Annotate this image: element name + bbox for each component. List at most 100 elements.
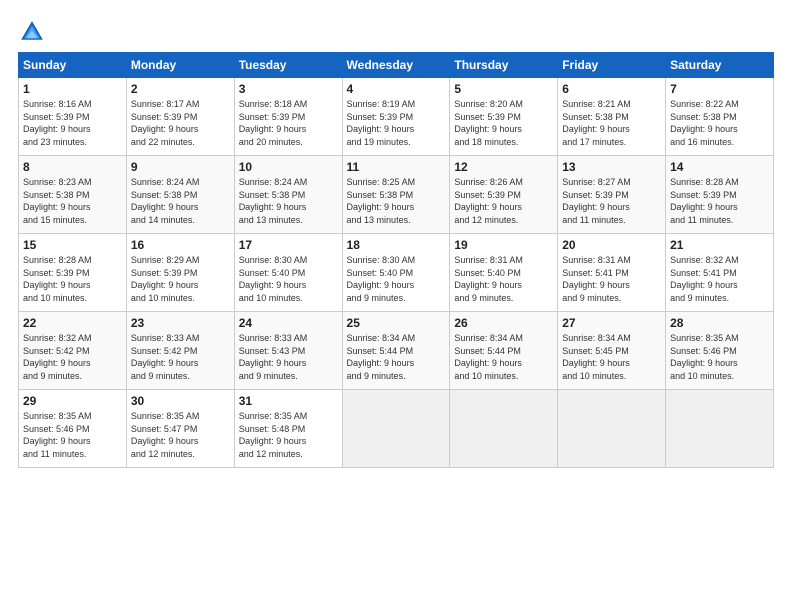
- calendar-cell: 7 Sunrise: 8:22 AMSunset: 5:38 PMDaylight…: [666, 78, 774, 156]
- day-header-monday: Monday: [126, 53, 234, 78]
- calendar-cell: 28Sunrise: 8:35 AMSunset: 5:46 PMDayligh…: [666, 312, 774, 390]
- day-number: 16: [131, 238, 230, 252]
- day-details: Sunrise: 8:30 AMSunset: 5:40 PMDaylight:…: [347, 254, 446, 304]
- day-details: Sunrise: 8:34 AMSunset: 5:45 PMDaylight:…: [562, 332, 661, 382]
- calendar-cell: 11 Sunrise: 8:25 AMSunset: 5:38 PMDayligh…: [342, 156, 450, 234]
- calendar-cell: [450, 390, 558, 468]
- day-details: Sunrise: 8:35 AMSunset: 5:47 PMDaylight:…: [131, 410, 230, 460]
- calendar-week-row: 1Sunrise: 8:16 AMSunset: 5:39 PMDaylight…: [19, 78, 774, 156]
- calendar-cell: 17 Sunrise: 8:30 AMSunset: 5:40 PMDayligh…: [234, 234, 342, 312]
- calendar-cell: 22Sunrise: 8:32 AMSunset: 5:42 PMDayligh…: [19, 312, 127, 390]
- calendar-cell: 15Sunrise: 8:28 AMSunset: 5:39 PMDayligh…: [19, 234, 127, 312]
- day-number: 23: [131, 316, 230, 330]
- calendar-cell: 26 Sunrise: 8:34 AMSunset: 5:44 PMDayligh…: [450, 312, 558, 390]
- calendar-header-row: SundayMondayTuesdayWednesdayThursdayFrid…: [19, 53, 774, 78]
- day-header-wednesday: Wednesday: [342, 53, 450, 78]
- day-details: Sunrise: 8:31 AMSunset: 5:41 PMDaylight:…: [562, 254, 661, 304]
- calendar-cell: 18 Sunrise: 8:30 AMSunset: 5:40 PMDayligh…: [342, 234, 450, 312]
- calendar-cell: 25 Sunrise: 8:34 AMSunset: 5:44 PMDayligh…: [342, 312, 450, 390]
- day-number: 22: [23, 316, 122, 330]
- day-header-thursday: Thursday: [450, 53, 558, 78]
- header: [18, 18, 774, 46]
- day-number: 5: [454, 82, 553, 96]
- day-details: Sunrise: 8:25 AMSunset: 5:38 PMDaylight:…: [347, 176, 446, 226]
- calendar-cell: 13Sunrise: 8:27 AMSunset: 5:39 PMDayligh…: [558, 156, 666, 234]
- day-number: 27: [562, 316, 661, 330]
- day-number: 6: [562, 82, 661, 96]
- day-number: 11: [347, 160, 446, 174]
- calendar-cell: 6 Sunrise: 8:21 AMSunset: 5:38 PMDaylight…: [558, 78, 666, 156]
- calendar-cell: 24Sunrise: 8:33 AMSunset: 5:43 PMDayligh…: [234, 312, 342, 390]
- day-details: Sunrise: 8:24 AMSunset: 5:38 PMDaylight:…: [131, 176, 230, 226]
- day-details: Sunrise: 8:34 AMSunset: 5:44 PMDaylight:…: [454, 332, 553, 382]
- day-details: Sunrise: 8:26 AMSunset: 5:39 PMDaylight:…: [454, 176, 553, 226]
- calendar-cell: 23Sunrise: 8:33 AMSunset: 5:42 PMDayligh…: [126, 312, 234, 390]
- day-header-friday: Friday: [558, 53, 666, 78]
- day-number: 30: [131, 394, 230, 408]
- day-number: 14: [670, 160, 769, 174]
- calendar-cell: 1Sunrise: 8:16 AMSunset: 5:39 PMDaylight…: [19, 78, 127, 156]
- day-number: 8: [23, 160, 122, 174]
- day-details: Sunrise: 8:35 AMSunset: 5:46 PMDaylight:…: [23, 410, 122, 460]
- day-details: Sunrise: 8:22 AMSunset: 5:38 PMDaylight:…: [670, 98, 769, 148]
- calendar-cell: 10 Sunrise: 8:24 AMSunset: 5:38 PMDayligh…: [234, 156, 342, 234]
- calendar-cell: [342, 390, 450, 468]
- day-details: Sunrise: 8:27 AMSunset: 5:39 PMDaylight:…: [562, 176, 661, 226]
- day-number: 19: [454, 238, 553, 252]
- day-number: 26: [454, 316, 553, 330]
- day-details: Sunrise: 8:21 AMSunset: 5:38 PMDaylight:…: [562, 98, 661, 148]
- day-details: Sunrise: 8:29 AMSunset: 5:39 PMDaylight:…: [131, 254, 230, 304]
- day-number: 4: [347, 82, 446, 96]
- day-details: Sunrise: 8:24 AMSunset: 5:38 PMDaylight:…: [239, 176, 338, 226]
- day-details: Sunrise: 8:28 AMSunset: 5:39 PMDaylight:…: [670, 176, 769, 226]
- day-details: Sunrise: 8:17 AMSunset: 5:39 PMDaylight:…: [131, 98, 230, 148]
- day-number: 12: [454, 160, 553, 174]
- calendar-cell: 16 Sunrise: 8:29 AMSunset: 5:39 PMDayligh…: [126, 234, 234, 312]
- calendar-week-row: 15Sunrise: 8:28 AMSunset: 5:39 PMDayligh…: [19, 234, 774, 312]
- calendar-cell: 30 Sunrise: 8:35 AMSunset: 5:47 PMDayligh…: [126, 390, 234, 468]
- day-number: 17: [239, 238, 338, 252]
- day-details: Sunrise: 8:31 AMSunset: 5:40 PMDaylight:…: [454, 254, 553, 304]
- calendar-cell: 5 Sunrise: 8:20 AMSunset: 5:39 PMDaylight…: [450, 78, 558, 156]
- day-details: Sunrise: 8:20 AMSunset: 5:39 PMDaylight:…: [454, 98, 553, 148]
- calendar-cell: 31 Sunrise: 8:35 AMSunset: 5:48 PMDayligh…: [234, 390, 342, 468]
- day-header-sunday: Sunday: [19, 53, 127, 78]
- day-number: 3: [239, 82, 338, 96]
- calendar-cell: 2Sunrise: 8:17 AMSunset: 5:39 PMDaylight…: [126, 78, 234, 156]
- day-number: 29: [23, 394, 122, 408]
- calendar-cell: [666, 390, 774, 468]
- day-details: Sunrise: 8:35 AMSunset: 5:46 PMDaylight:…: [670, 332, 769, 382]
- day-details: Sunrise: 8:32 AMSunset: 5:41 PMDaylight:…: [670, 254, 769, 304]
- day-header-saturday: Saturday: [666, 53, 774, 78]
- day-number: 10: [239, 160, 338, 174]
- calendar-cell: 27 Sunrise: 8:34 AMSunset: 5:45 PMDayligh…: [558, 312, 666, 390]
- day-details: Sunrise: 8:33 AMSunset: 5:43 PMDaylight:…: [239, 332, 338, 382]
- calendar-body: 1Sunrise: 8:16 AMSunset: 5:39 PMDaylight…: [19, 78, 774, 468]
- calendar-week-row: 8 Sunrise: 8:23 AMSunset: 5:38 PMDaylight…: [19, 156, 774, 234]
- day-number: 18: [347, 238, 446, 252]
- day-details: Sunrise: 8:34 AMSunset: 5:44 PMDaylight:…: [347, 332, 446, 382]
- page-container: SundayMondayTuesdayWednesdayThursdayFrid…: [0, 0, 792, 478]
- day-details: Sunrise: 8:18 AMSunset: 5:39 PMDaylight:…: [239, 98, 338, 148]
- calendar-cell: 9 Sunrise: 8:24 AMSunset: 5:38 PMDaylight…: [126, 156, 234, 234]
- day-number: 31: [239, 394, 338, 408]
- day-number: 7: [670, 82, 769, 96]
- calendar-cell: 19 Sunrise: 8:31 AMSunset: 5:40 PMDayligh…: [450, 234, 558, 312]
- logo: [18, 18, 50, 46]
- calendar-week-row: 29 Sunrise: 8:35 AMSunset: 5:46 PMDayligh…: [19, 390, 774, 468]
- calendar-cell: 20Sunrise: 8:31 AMSunset: 5:41 PMDayligh…: [558, 234, 666, 312]
- day-details: Sunrise: 8:28 AMSunset: 5:39 PMDaylight:…: [23, 254, 122, 304]
- day-details: Sunrise: 8:35 AMSunset: 5:48 PMDaylight:…: [239, 410, 338, 460]
- day-number: 21: [670, 238, 769, 252]
- day-details: Sunrise: 8:23 AMSunset: 5:38 PMDaylight:…: [23, 176, 122, 226]
- day-number: 25: [347, 316, 446, 330]
- calendar-table: SundayMondayTuesdayWednesdayThursdayFrid…: [18, 52, 774, 468]
- day-details: Sunrise: 8:30 AMSunset: 5:40 PMDaylight:…: [239, 254, 338, 304]
- calendar-cell: 12 Sunrise: 8:26 AMSunset: 5:39 PMDayligh…: [450, 156, 558, 234]
- calendar-cell: 8 Sunrise: 8:23 AMSunset: 5:38 PMDaylight…: [19, 156, 127, 234]
- calendar-week-row: 22Sunrise: 8:32 AMSunset: 5:42 PMDayligh…: [19, 312, 774, 390]
- calendar-cell: 21 Sunrise: 8:32 AMSunset: 5:41 PMDayligh…: [666, 234, 774, 312]
- day-number: 9: [131, 160, 230, 174]
- calendar-cell: 29 Sunrise: 8:35 AMSunset: 5:46 PMDayligh…: [19, 390, 127, 468]
- calendar-cell: [558, 390, 666, 468]
